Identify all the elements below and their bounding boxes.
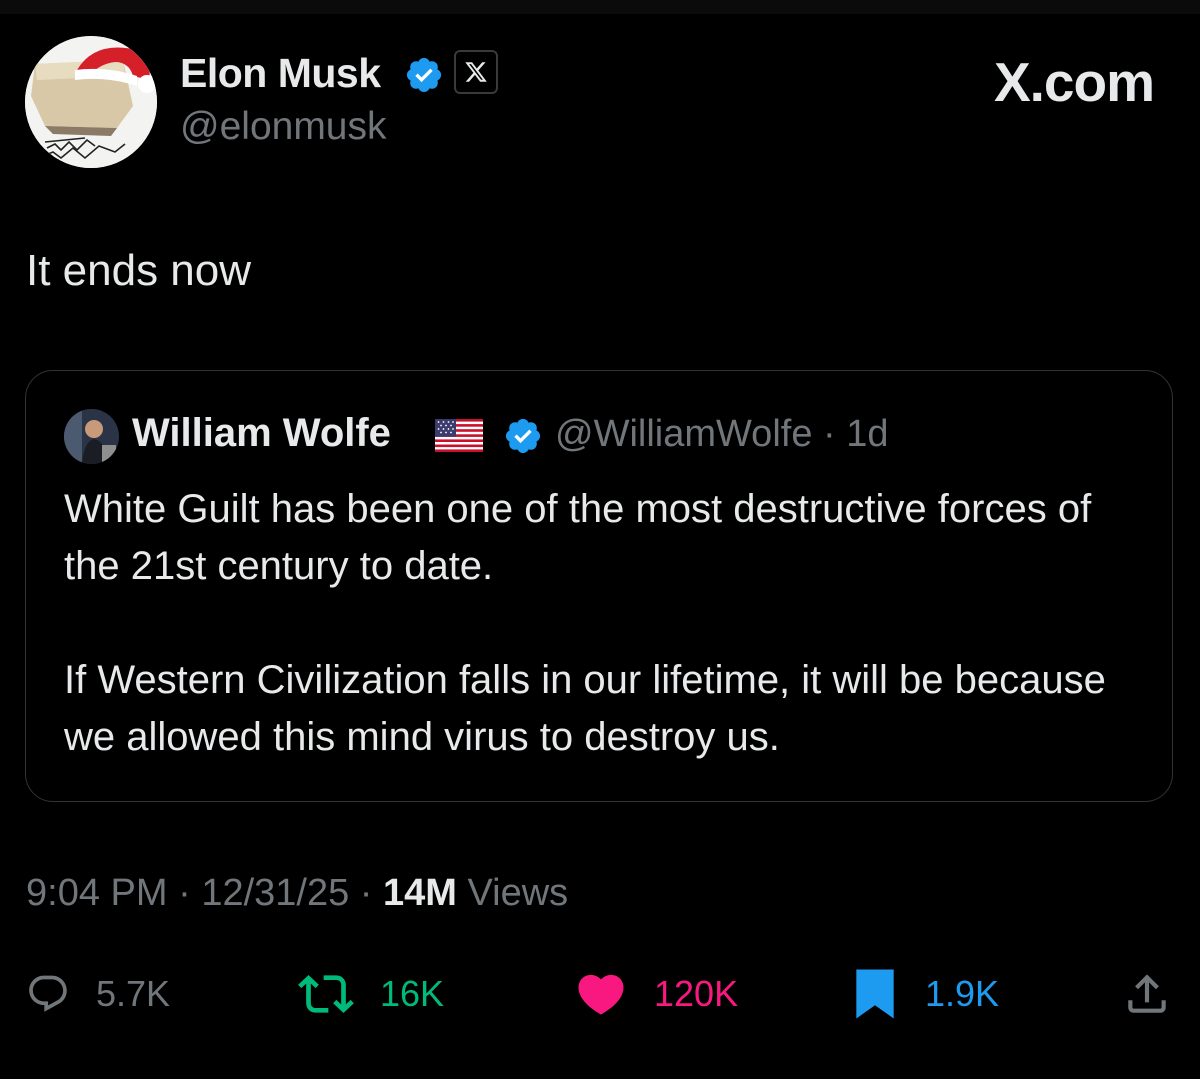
santa-hat-avatar-icon xyxy=(25,36,157,168)
tweet-text: It ends now xyxy=(26,246,252,295)
repost-button[interactable]: 16K xyxy=(298,966,444,1022)
quoted-tweet-card[interactable]: William Wolfe @WilliamWolfe · 1d White G… xyxy=(25,370,1173,802)
quoted-author-avatar[interactable] xyxy=(64,409,119,464)
top-edge-strip xyxy=(0,0,1200,14)
repost-arrows-icon xyxy=(298,975,354,1013)
author-name[interactable]: Elon Musk xyxy=(180,50,381,97)
like-count: 120K xyxy=(654,973,739,1014)
views-label: Views xyxy=(456,872,569,914)
like-button[interactable]: 120K xyxy=(574,966,738,1022)
quoted-paragraph-1: White Guilt has been one of the most des… xyxy=(64,487,1092,588)
tweet-time[interactable]: 9:04 PM xyxy=(26,872,168,914)
verified-badge-icon xyxy=(505,418,541,454)
share-upload-icon xyxy=(1128,974,1166,1013)
quoted-handle-and-time[interactable]: @WilliamWolfe · 1d xyxy=(555,413,888,456)
x-affiliation-badge[interactable] xyxy=(454,50,498,94)
meta-separator: · xyxy=(349,872,384,914)
meta-separator: · xyxy=(167,872,202,914)
us-flag-icon xyxy=(435,419,483,452)
reply-count: 5.7K xyxy=(96,973,171,1014)
tweet-meta-line: 9:04 PM · 12/31/25 · 14M Views xyxy=(26,872,568,915)
quoted-paragraph-2: If Western Civilization falls in our lif… xyxy=(64,658,1106,759)
quoted-tweet-body: White Guilt has been one of the most des… xyxy=(64,481,1144,766)
bookmark-button[interactable]: 1.9K xyxy=(851,966,999,1022)
tweet-date[interactable]: 12/31/25 xyxy=(201,872,349,914)
reply-bubble-icon xyxy=(29,975,67,1012)
bookmark-count: 1.9K xyxy=(925,973,1000,1014)
author-handle[interactable]: @elonmusk xyxy=(180,105,387,149)
x-logo-icon xyxy=(465,62,487,82)
author-avatar[interactable] xyxy=(25,36,157,168)
verified-badge-icon xyxy=(406,57,442,93)
views-count: 14M xyxy=(383,872,457,914)
quoted-author-name[interactable]: William Wolfe xyxy=(132,411,391,456)
reply-button[interactable]: 5.7K xyxy=(26,966,170,1022)
person-avatar-icon xyxy=(64,409,119,464)
brand-logo: X.com xyxy=(993,51,1155,113)
heart-icon xyxy=(578,974,624,1015)
repost-count: 16K xyxy=(380,973,445,1014)
bookmark-icon xyxy=(856,969,894,1019)
share-button[interactable] xyxy=(1122,966,1172,1022)
